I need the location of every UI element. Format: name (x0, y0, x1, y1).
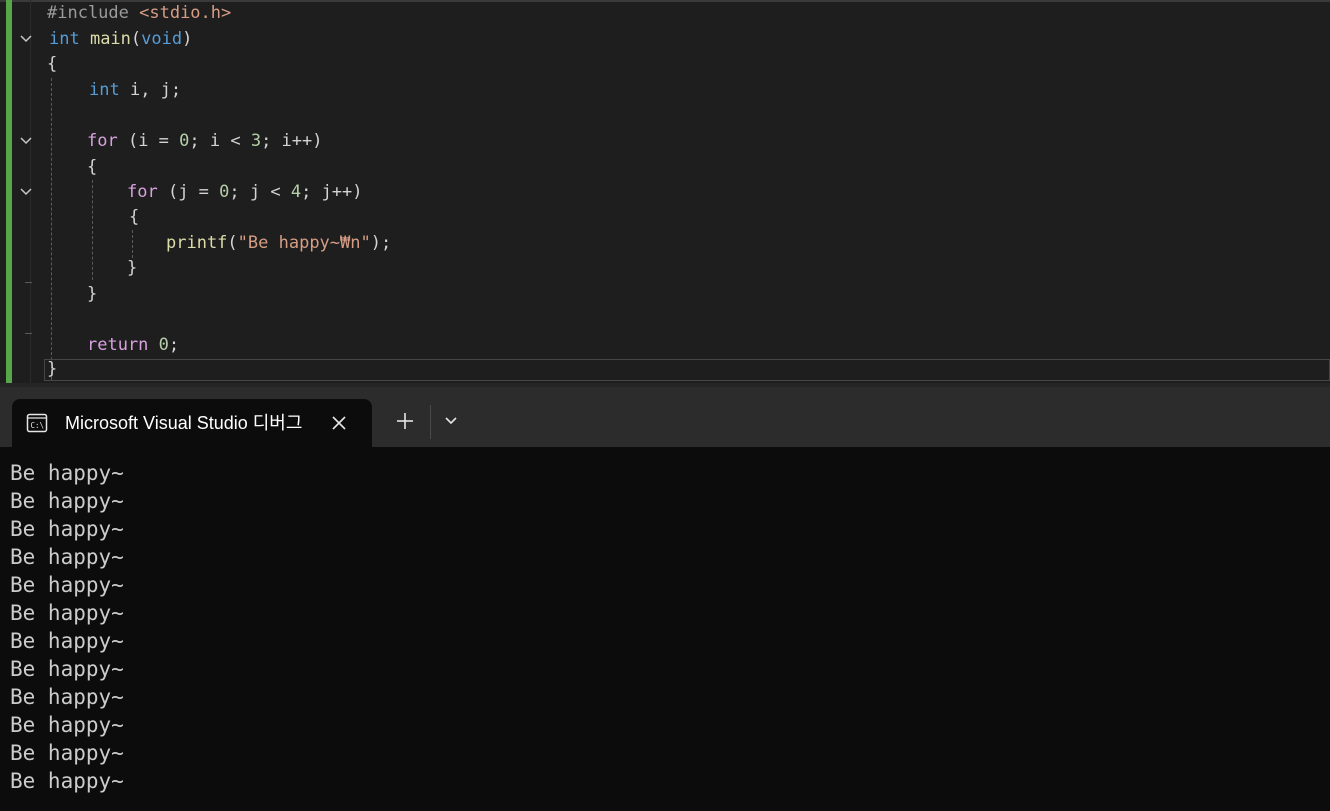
fold-end-marker (25, 282, 32, 284)
code-token: ; i++) (261, 131, 323, 151)
code-text: } (47, 357, 57, 382)
fold-chevron-icon[interactable] (18, 129, 34, 154)
code-token: i, j; (129, 80, 182, 100)
code-text: { (129, 205, 139, 230)
output-line: Be happy~ (10, 769, 124, 793)
code-token: return (87, 335, 159, 355)
code-token: int (49, 29, 90, 49)
code-token: main (89, 29, 131, 49)
code-token: void (141, 29, 183, 49)
code-token: { (47, 54, 58, 74)
code-text: } (87, 282, 97, 307)
code-text: int i, j; (89, 78, 181, 103)
code-line[interactable] (0, 104, 1330, 129)
output-line: Be happy~ (10, 545, 124, 569)
code-token: int (89, 80, 130, 100)
code-line[interactable]: } (0, 256, 1330, 281)
console-icon: C:\ (26, 413, 48, 433)
code-line[interactable]: } (0, 357, 1330, 382)
code-token: } (127, 258, 138, 278)
code-line[interactable] (0, 308, 1330, 333)
code-token: #include (47, 3, 140, 23)
chevron-down-icon[interactable] (440, 409, 462, 431)
code-line[interactable]: for (i = 0; i < 3; i++) (0, 129, 1330, 154)
code-text: { (87, 155, 97, 180)
output-line: Be happy~ (10, 741, 124, 765)
code-token: <stdio.h> (139, 3, 232, 23)
code-line[interactable]: printf("Be happy~₩n"); (0, 231, 1330, 256)
code-text: for (i = 0; i < 3; i++) (87, 129, 322, 154)
code-text: int main(void) (49, 27, 192, 52)
plus-icon[interactable] (391, 407, 419, 435)
terminal-tab[interactable]: C:\ Microsoft Visual Studio 디버그 (12, 399, 372, 447)
code-token: { (87, 157, 98, 177)
code-token: ( (130, 29, 142, 49)
code-token: 0 (219, 182, 230, 202)
code-token: 0 (158, 335, 169, 355)
code-text: return 0; (87, 333, 179, 358)
output-line: Be happy~ (10, 461, 124, 485)
code-text: } (127, 256, 137, 281)
close-icon[interactable] (327, 411, 351, 435)
code-line[interactable]: return 0; (0, 333, 1330, 358)
code-token: ( (227, 233, 238, 253)
code-token: 0 (179, 131, 190, 151)
code-token: for (87, 131, 128, 151)
output-line: Be happy~ (10, 601, 124, 625)
code-line[interactable]: { (0, 205, 1330, 230)
code-token: for (127, 182, 168, 202)
code-token: (i = (127, 131, 180, 151)
code-text: printf("Be happy~₩n"); (166, 231, 391, 256)
output-line: Be happy~ (10, 685, 124, 709)
fold-chevron-icon[interactable] (18, 180, 34, 205)
code-token: } (47, 359, 58, 379)
code-token: ) (182, 29, 193, 49)
tab-bar-divider (430, 405, 431, 439)
terminal-tab-bar: C:\ Microsoft Visual Studio 디버그 (0, 387, 1330, 447)
code-text: #include <stdio.h> (47, 1, 231, 26)
code-line[interactable]: #include <stdio.h> (0, 1, 1330, 26)
output-line: Be happy~ (10, 713, 124, 737)
code-token: } (87, 284, 98, 304)
tab-title: Microsoft Visual Studio 디버그 (65, 413, 303, 433)
code-token: (j = (167, 182, 220, 202)
code-token: ; i < (189, 131, 251, 151)
code-token: 3 (250, 131, 262, 151)
code-editor[interactable]: #include <stdio.h> int main(void){int i, … (0, 0, 1330, 387)
output-line: Be happy~ (10, 629, 124, 653)
code-text: { (47, 52, 57, 77)
code-token: ; j < (229, 182, 291, 202)
code-token: { (129, 207, 140, 227)
code-token: ; (168, 335, 180, 355)
code-token: ; j++) (301, 182, 363, 202)
code-line[interactable]: { (0, 155, 1330, 180)
fold-chevron-icon[interactable] (18, 27, 34, 52)
code-text: for (j = 0; j < 4; j++) (127, 180, 362, 205)
console-output[interactable]: Be happy~ Be happy~ Be happy~ Be happy~ Be h… (0, 447, 1330, 811)
code-line[interactable]: { (0, 52, 1330, 77)
output-line: Be happy~ (10, 657, 124, 681)
code-line[interactable]: int i, j; (0, 78, 1330, 103)
code-token: 4 (290, 182, 302, 202)
svg-text:C:\: C:\ (31, 421, 45, 430)
code-token: printf (166, 233, 228, 253)
code-token: "Be happy~₩n" (237, 233, 371, 253)
output-line: Be happy~ (10, 517, 124, 541)
output-line: Be happy~ (10, 489, 124, 513)
code-line[interactable]: int main(void) (0, 27, 1330, 52)
code-token: ); (370, 233, 392, 253)
fold-end-marker (25, 333, 32, 335)
code-line[interactable]: for (j = 0; j < 4; j++) (0, 180, 1330, 205)
output-line: Be happy~ (10, 573, 124, 597)
code-line[interactable]: } (0, 282, 1330, 307)
